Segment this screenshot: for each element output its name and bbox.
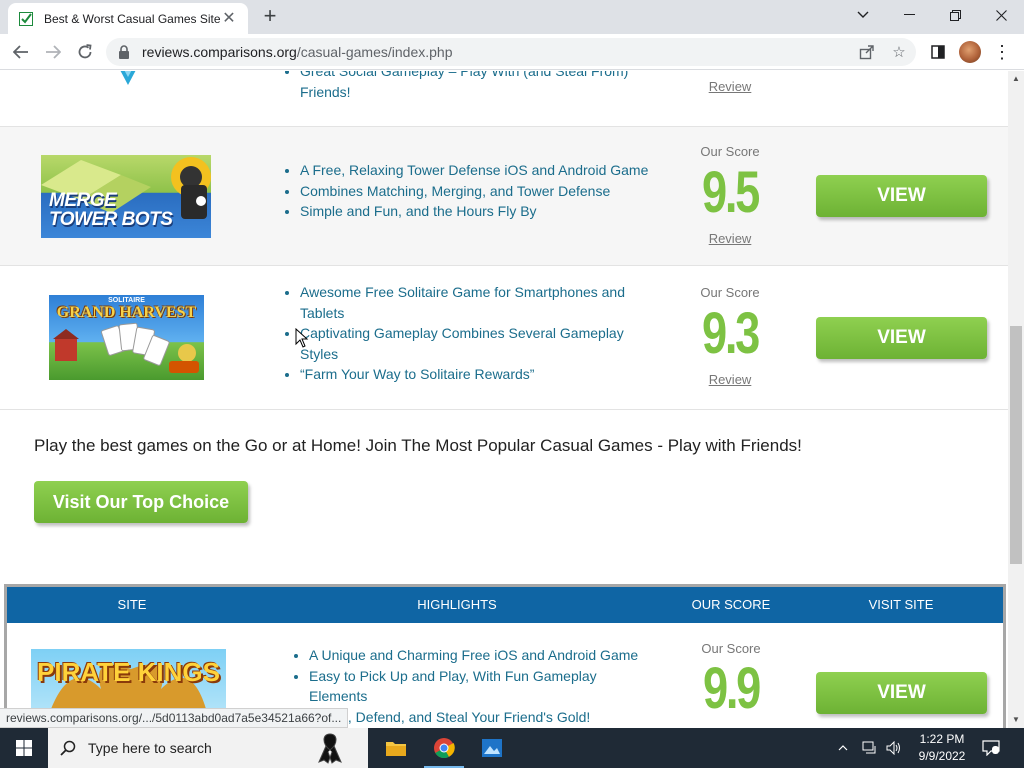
- score-value: 9.3: [702, 301, 760, 366]
- score-value: 9.5: [702, 160, 760, 225]
- chrome-icon[interactable]: [420, 728, 468, 768]
- share-icon[interactable]: [858, 43, 876, 61]
- review-link[interactable]: Review: [680, 231, 780, 246]
- feature-item: A Unique and Charming Free iOS and Andro…: [309, 645, 649, 666]
- feature-item: Great Social Gameplay – Play With (and S…: [300, 71, 652, 102]
- feature-item: “Farm Your Way to Solitaire Rewards”: [300, 364, 652, 385]
- feature-item: Attack, Defend, and Steal Your Friend's …: [309, 707, 649, 728]
- score-label: Our Score: [701, 641, 761, 656]
- new-tab-icon[interactable]: +: [258, 5, 282, 28]
- score-label: Our Score: [700, 144, 760, 159]
- review-row: SOLITAIRE GRAND HARVEST Awesome Free Sol…: [0, 266, 1008, 410]
- tab-search-chevron-icon[interactable]: [840, 0, 886, 30]
- mouse-cursor-icon: [295, 328, 309, 348]
- review-link[interactable]: Review: [680, 372, 780, 387]
- address-bar[interactable]: reviews.comparisons.org/casual-games/ind…: [106, 38, 916, 66]
- tab-title: Best & Worst Casual Games Sites: [44, 11, 220, 26]
- tray-chevron-up-icon[interactable]: [838, 728, 856, 768]
- feature-item: Captivating Gameplay Combines Several Ga…: [300, 323, 652, 364]
- feature-list: A Unique and Charming Free iOS and Andro…: [309, 645, 649, 727]
- view-button[interactable]: VIEW: [816, 317, 987, 359]
- header-site: SITE: [117, 597, 147, 612]
- windows-start-icon[interactable]: [0, 728, 48, 768]
- search-placeholder: Type here to search: [88, 740, 212, 756]
- taskbar-search-box[interactable]: Type here to search: [48, 728, 368, 768]
- feature-list: Awesome Free Solitaire Game for Smartpho…: [300, 282, 652, 385]
- feature-item: Easy to Pick Up and Play, With Fun Gamep…: [309, 666, 649, 707]
- feature-list: Great Social Gameplay – Play With (and S…: [300, 71, 652, 102]
- restore-icon[interactable]: [932, 0, 978, 30]
- profile-avatar[interactable]: [958, 40, 982, 64]
- volume-icon[interactable]: [886, 728, 904, 768]
- logo-text-line: GRAND HARVEST: [56, 304, 197, 321]
- page-content: Great Social Gameplay – Play With (and S…: [0, 71, 1008, 728]
- feature-item: A Free, Relaxing Tower Defense iOS and A…: [300, 160, 652, 181]
- page-scrollbar[interactable]: ▲ ▼: [1008, 71, 1024, 728]
- tab-strip: Best & Worst Casual Games Sites ✕ +: [0, 0, 1024, 34]
- scroll-down-icon[interactable]: ▼: [1008, 712, 1024, 728]
- promo-text: Play the best games on the Go or at Home…: [34, 436, 802, 455]
- feature-item: Simple and Fun, and the Hours Fly By: [300, 201, 652, 222]
- reload-icon[interactable]: [72, 40, 98, 64]
- photos-app-icon[interactable]: [468, 728, 516, 768]
- file-explorer-icon[interactable]: [372, 728, 420, 768]
- tab-close-icon[interactable]: ✕: [220, 10, 238, 27]
- header-highlights: HIGHLIGHTS: [417, 597, 497, 612]
- partial-logo-icon: [120, 71, 136, 85]
- clock-date: 9/9/2022: [918, 749, 966, 763]
- awareness-ribbon-icon[interactable]: [316, 732, 344, 764]
- search-icon: [60, 740, 76, 756]
- logo-text-line: TOWER BOTS: [49, 209, 173, 230]
- logo-text-line: PIRATE KINGS: [37, 657, 220, 687]
- header-visit-site: VISIT SITE: [868, 597, 934, 612]
- scroll-thumb[interactable]: [1010, 326, 1022, 564]
- close-window-icon[interactable]: [978, 0, 1024, 30]
- notifications-icon[interactable]: [982, 728, 1004, 768]
- review-row-partial: Great Social Gameplay – Play With (and S…: [0, 71, 1008, 127]
- merge-tower-bots-logo[interactable]: MERGE TOWER BOTS: [41, 155, 211, 238]
- header-score: OUR SCORE: [691, 597, 771, 612]
- side-panel-icon[interactable]: [926, 40, 950, 64]
- logo-text-line: SOLITAIRE: [108, 297, 145, 304]
- menu-kebab-icon[interactable]: ⋮: [990, 40, 1014, 64]
- windows-taskbar: Type here to search 1:22 PM 9/9/2022: [0, 728, 1024, 768]
- comparison-table: SITE HIGHLIGHTS OUR SCORE VISIT SITE PIR…: [4, 584, 1006, 728]
- back-icon[interactable]: [8, 40, 34, 64]
- view-button[interactable]: VIEW: [816, 175, 987, 217]
- score-label: Our Score: [700, 285, 760, 300]
- visit-top-choice-button[interactable]: Visit Our Top Choice: [34, 481, 248, 523]
- forward-icon[interactable]: [40, 40, 66, 64]
- feature-item: Awesome Free Solitaire Game for Smartpho…: [300, 282, 652, 323]
- view-button[interactable]: VIEW: [816, 672, 987, 714]
- browser-tab[interactable]: Best & Worst Casual Games Sites ✕: [8, 3, 248, 34]
- link-status-bar: reviews.comparisons.org/.../5d0113abd0ad…: [0, 708, 349, 728]
- checkmark-favicon-icon: [18, 11, 34, 27]
- logo-text-line: MERGE: [49, 190, 117, 211]
- minimize-icon[interactable]: [886, 0, 932, 30]
- network-icon[interactable]: [862, 728, 880, 768]
- clock-time: 1:22 PM: [919, 732, 965, 746]
- score-value: 9.9: [703, 656, 761, 721]
- bookmark-star-icon[interactable]: ☆: [890, 43, 908, 61]
- review-link[interactable]: Review: [680, 79, 780, 94]
- feature-list: A Free, Relaxing Tower Defense iOS and A…: [300, 160, 652, 222]
- feature-item: Combines Matching, Merging, and Tower De…: [300, 181, 652, 202]
- lock-icon[interactable]: [118, 45, 130, 59]
- url-text: reviews.comparisons.org/casual-games/ind…: [142, 44, 453, 60]
- table-header: SITE HIGHLIGHTS OUR SCORE VISIT SITE: [7, 587, 1003, 623]
- solitaire-grand-harvest-logo[interactable]: SOLITAIRE GRAND HARVEST: [49, 295, 204, 380]
- review-row: MERGE TOWER BOTS A Free, Relaxing Tower …: [0, 127, 1008, 266]
- scroll-up-icon[interactable]: ▲: [1008, 71, 1024, 87]
- taskbar-clock[interactable]: 1:22 PM 9/9/2022: [912, 731, 972, 765]
- browser-toolbar: reviews.comparisons.org/casual-games/ind…: [0, 34, 1024, 70]
